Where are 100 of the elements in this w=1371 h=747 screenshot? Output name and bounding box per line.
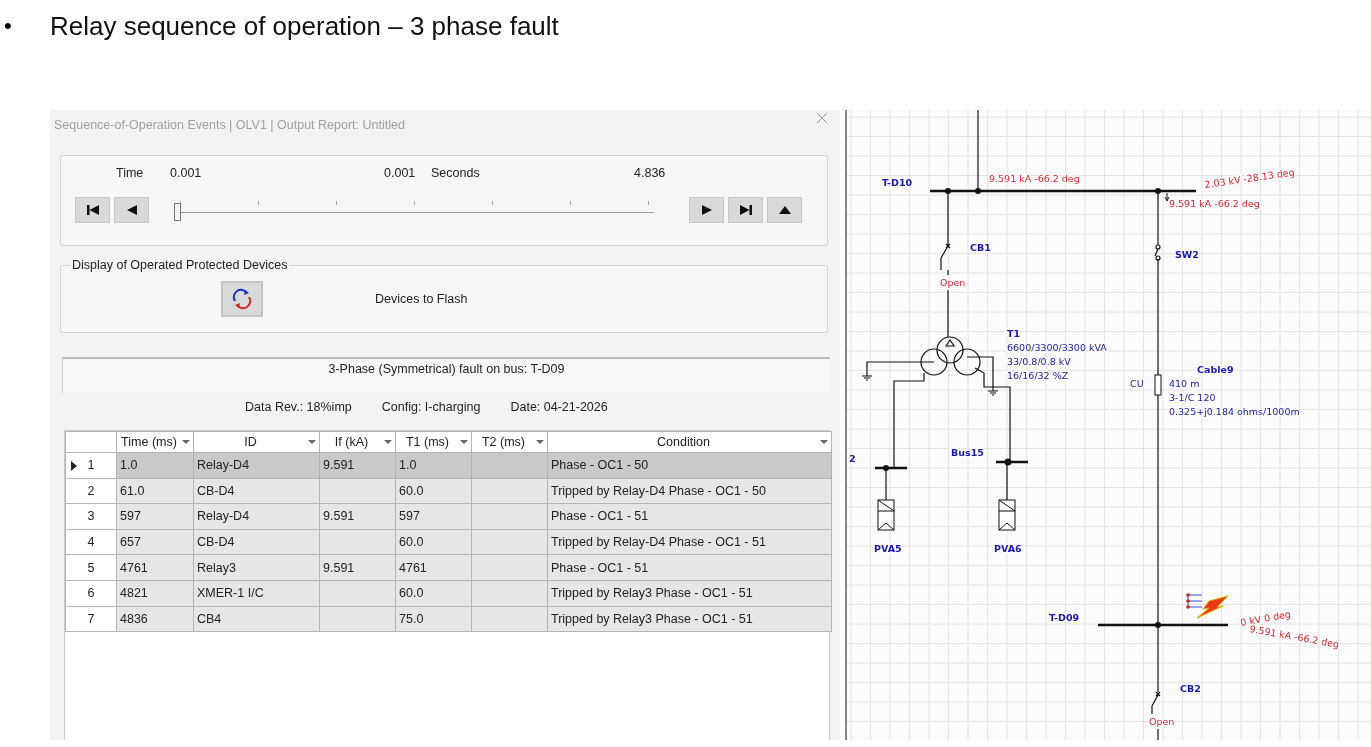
table-row[interactable]: 4 657 CB-D4 60.0 Tripped by Relay-D4 Phase - OC1 - 51 <box>65 529 832 555</box>
device-label: PVA5 <box>874 543 902 554</box>
fault-banner: 3-Phase (Symmetrical) fault on bus: T-D09 <box>62 357 830 393</box>
eject-button[interactable] <box>767 197 802 223</box>
table-cell: 60.0 <box>395 478 472 504</box>
table-row[interactable]: 7 4836 CB4 75.0 Tripped by Relay3 Phase - OC1 - 51 <box>65 606 832 632</box>
column-header[interactable]: If (kA) <box>319 431 396 453</box>
cable-icon <box>1154 374 1162 396</box>
table-cell: 75.0 <box>395 606 472 632</box>
dropdown-arrow-icon[interactable] <box>182 440 190 444</box>
table-cell: 61.0 <box>116 478 194 504</box>
ground-icon <box>987 376 999 396</box>
triangle-up-icon <box>777 204 792 216</box>
table-cell: 60.0 <box>395 529 472 555</box>
header-text: T1 (ms) <box>405 435 450 449</box>
ground-icon <box>861 371 873 381</box>
table-cell: Relay3 <box>193 554 320 581</box>
table-cell: 597 <box>395 503 472 530</box>
table-cell: 4821 <box>116 580 194 607</box>
breaker-icon <box>1151 691 1161 715</box>
fault-icon <box>1186 593 1229 619</box>
slide-heading: Relay sequence of operation – 3 phase fault <box>50 10 559 42</box>
row-number: 5 <box>87 560 95 575</box>
device-label: Cable9 <box>1197 364 1234 375</box>
dropdown-arrow-icon[interactable] <box>384 440 392 444</box>
table-cell: Tripped by Relay3 Phase - OC1 - 51 <box>547 580 832 607</box>
solar-inverter-icon <box>998 499 1016 531</box>
table-cell: 1.0 <box>395 452 472 479</box>
solar-inverter-icon <box>877 499 895 531</box>
skip-to-end-button[interactable] <box>728 197 763 223</box>
table-cell: XMER-1 I/C <box>193 580 320 607</box>
row-number: 7 <box>87 611 95 626</box>
column-header[interactable]: T1 (ms) <box>395 431 472 453</box>
dropdown-arrow-icon[interactable] <box>308 440 316 444</box>
table-cell: 4761 <box>395 554 472 581</box>
table-cell: 1.0 <box>116 452 194 479</box>
skip-start-icon <box>85 204 100 216</box>
header-text: ID <box>244 435 257 449</box>
table-cell: Phase - OC1 - 51 <box>547 554 832 581</box>
device-label: SW2 <box>1175 249 1199 260</box>
table-cell: Relay-D4 <box>193 503 320 530</box>
column-header[interactable]: ID <box>193 431 320 453</box>
column-header[interactable]: Time (ms) <box>116 431 194 453</box>
info-text: Data Rev.: 18%imp <box>245 400 352 416</box>
wire <box>947 289 949 338</box>
table-cell: Phase - OC1 - 50 <box>547 452 832 479</box>
table-cell: 597 <box>116 503 194 530</box>
table-row[interactable]: 5 4761 Relay3 9.591 4761 Phase - OC1 - 51 <box>65 554 832 581</box>
result-label: 9.591 kA -66.2 deg <box>989 173 1080 184</box>
skip-to-start-button[interactable] <box>75 197 110 223</box>
step-back-button[interactable] <box>114 197 149 223</box>
table-cell: Tripped by Relay-D4 Phase - OC1 - 51 <box>547 529 832 555</box>
wire <box>947 269 949 276</box>
row-number: 2 <box>87 483 95 498</box>
result-label: 2.03 kV -28.13 deg <box>1203 166 1296 190</box>
row-number: 6 <box>87 586 95 601</box>
table-cell: CB-D4 <box>193 529 320 555</box>
switch-icon <box>1154 244 1161 261</box>
info-text: Date: 04-21-2026 <box>510 400 608 416</box>
play-button[interactable] <box>689 197 724 223</box>
table-row[interactable]: 6 4821 XMER-1 I/C 60.0 Tripped by Relay3 Phase - OC1 - 51 <box>65 580 832 607</box>
table-cell: Tripped by Relay-D4 Phase - OC1 - 50 <box>547 478 832 504</box>
status-label: Open <box>940 277 966 288</box>
column-header[interactable]: T2 (ms) <box>471 431 548 453</box>
start-time: 0.001 <box>170 166 203 182</box>
wire <box>1157 728 1159 740</box>
header-text: Condition <box>657 435 710 449</box>
panel-legend: Display of Operated Protected Devices <box>70 258 290 272</box>
flash-button[interactable] <box>221 281 263 317</box>
end-time: 4.836 <box>634 166 666 182</box>
breaker-icon <box>940 243 951 271</box>
slider-thumb[interactable] <box>174 203 182 221</box>
rating-text: 33/0.8/0.8 kV <box>1007 356 1071 367</box>
table-cell: 9.591 <box>319 452 396 479</box>
table-cell: Tripped by Relay3 Phase - OC1 - 51 <box>547 606 832 632</box>
close-icon[interactable] <box>816 112 828 124</box>
table-row[interactable]: 3 597 Relay-D4 9.591 597 Phase - OC1 - 51 <box>65 503 832 530</box>
header-text: Time (ms) <box>121 435 177 449</box>
bus-label: T-D10 <box>882 177 913 188</box>
table-cell: 9.591 <box>319 554 396 581</box>
time-label: Time <box>116 166 145 182</box>
refresh-icon <box>230 287 254 311</box>
rating-text: 0.325+j0.184 ohms/1000m <box>1169 406 1300 417</box>
table-cell: CB-D4 <box>193 478 320 504</box>
column-header[interactable]: Condition <box>547 431 832 453</box>
table-cell: CB4 <box>193 606 320 632</box>
table-row[interactable]: 1 1.0 Relay-D4 9.591 1.0 Phase - OC1 - 50 <box>65 452 832 479</box>
table-cell: 4761 <box>116 554 194 581</box>
bullet-mark: • <box>3 13 13 39</box>
dropdown-arrow-icon[interactable] <box>460 440 468 444</box>
row-pointer-icon <box>71 461 77 471</box>
dropdown-arrow-icon[interactable] <box>536 440 544 444</box>
info-text: Config: I-charging <box>381 400 481 416</box>
table-cell: 657 <box>116 529 194 555</box>
table-cell: 4836 <box>116 606 194 632</box>
rating-text: 16/16/32 %Z <box>1007 370 1069 381</box>
table-row[interactable]: 2 61.0 CB-D4 60.0 Tripped by Relay-D4 Phase - OC1 - 50 <box>65 478 832 504</box>
bus-bar <box>996 458 1028 466</box>
dropdown-arrow-icon[interactable] <box>820 440 828 444</box>
row-number: 4 <box>87 535 95 550</box>
